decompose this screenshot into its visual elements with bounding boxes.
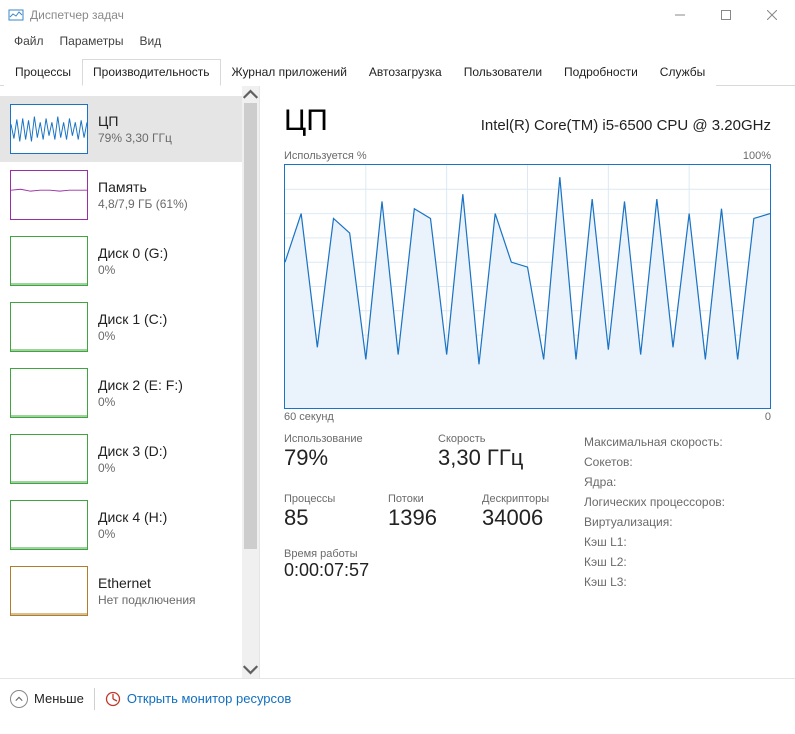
- right-max-speed: Максимальная скорость:: [584, 435, 771, 449]
- menu-options[interactable]: Параметры: [52, 32, 132, 50]
- cpu-thumb-icon: [10, 104, 88, 154]
- sidebar-item-mem-1[interactable]: Память 4,8/7,9 ГБ (61%): [0, 162, 242, 228]
- tabs: Процессы Производительность Журнал прило…: [0, 56, 795, 86]
- window-controls: [657, 0, 795, 30]
- scroll-thumb[interactable]: [244, 103, 257, 549]
- sidebar-item-title: Диск 2 (E: F:): [98, 377, 183, 393]
- detail-pane: ЦП Intel(R) Core(TM) i5-6500 CPU @ 3.20G…: [260, 86, 795, 678]
- menu-view[interactable]: Вид: [131, 32, 169, 50]
- maximize-button[interactable]: [703, 0, 749, 30]
- footer: Меньше Открыть монитор ресурсов: [0, 678, 795, 718]
- sidebar-item-title: Диск 1 (C:): [98, 311, 167, 327]
- scroll-down-icon[interactable]: [242, 661, 259, 678]
- tab-startup[interactable]: Автозагрузка: [358, 59, 453, 86]
- titlebar: Диспетчер задач: [0, 0, 795, 30]
- stat-handles: Дескрипторы 34006: [482, 493, 572, 539]
- chart-y-max: 100%: [743, 150, 771, 162]
- stats-left: Использование 79% Скорость 3,30 ГГц Проц…: [284, 433, 584, 595]
- cpu-model: Intel(R) Core(TM) i5-6500 CPU @ 3.20GHz: [481, 117, 771, 134]
- sidebar-item-title: Память: [98, 179, 188, 195]
- close-button[interactable]: [749, 0, 795, 30]
- main-area: ЦП 79% 3,30 ГГц Память 4,8/7,9 ГБ (61%) Диск…: [0, 86, 795, 678]
- mem-thumb-icon: [10, 170, 88, 220]
- stat-processes: Процессы 85: [284, 493, 364, 539]
- open-resource-monitor-link[interactable]: Открыть монитор ресурсов: [105, 691, 291, 707]
- sidebar-scrollbar[interactable]: [242, 86, 259, 678]
- sidebar-item-disk-3[interactable]: Диск 1 (C:) 0%: [0, 294, 242, 360]
- scroll-track[interactable]: [242, 103, 259, 661]
- sidebar-item-disk-5[interactable]: Диск 3 (D:) 0%: [0, 426, 242, 492]
- tab-details[interactable]: Подробности: [553, 59, 649, 86]
- sidebar-item-title: Диск 0 (G:): [98, 245, 168, 261]
- sidebar-item-sub: 0%: [98, 395, 183, 409]
- tab-apphistory[interactable]: Журнал приложений: [221, 59, 358, 86]
- sidebar: ЦП 79% 3,30 ГГц Память 4,8/7,9 ГБ (61%) Диск…: [0, 86, 260, 678]
- detail-title: ЦП: [284, 104, 328, 138]
- sidebar-item-sub: 79% 3,30 ГГц: [98, 131, 172, 145]
- right-l3: Кэш L3:: [584, 575, 771, 589]
- sidebar-item-sub: 4,8/7,9 ГБ (61%): [98, 197, 188, 211]
- chart-bottom-labels: 60 секунд 0: [284, 411, 771, 423]
- tab-processes[interactable]: Процессы: [4, 59, 82, 86]
- right-sockets: Сокетов:: [584, 455, 771, 469]
- detail-header: ЦП Intel(R) Core(TM) i5-6500 CPU @ 3.20G…: [284, 104, 771, 138]
- chevron-up-icon: [10, 690, 28, 708]
- menubar: Файл Параметры Вид: [0, 30, 795, 52]
- tab-users[interactable]: Пользователи: [453, 59, 553, 86]
- resource-monitor-icon: [105, 691, 121, 707]
- disk-thumb-icon: [10, 434, 88, 484]
- disk-thumb-icon: [10, 368, 88, 418]
- footer-divider: [94, 688, 95, 710]
- tab-services[interactable]: Службы: [649, 59, 716, 86]
- fewer-details-button[interactable]: Меньше: [10, 690, 84, 708]
- right-l2: Кэш L2:: [584, 555, 771, 569]
- stat-threads: Потоки 1396: [388, 493, 458, 539]
- cpu-chart[interactable]: [284, 164, 771, 409]
- minimize-button[interactable]: [657, 0, 703, 30]
- sidebar-item-cpu-0[interactable]: ЦП 79% 3,30 ГГц: [0, 96, 242, 162]
- chart-top-labels: Используется % 100%: [284, 150, 771, 162]
- chart-x-right: 0: [765, 411, 771, 423]
- sidebar-item-disk-2[interactable]: Диск 0 (G:) 0%: [0, 228, 242, 294]
- window-title: Диспетчер задач: [30, 8, 657, 22]
- sidebar-item-sub: 0%: [98, 527, 167, 541]
- sidebar-item-title: ЦП: [98, 113, 172, 129]
- tab-performance[interactable]: Производительность: [82, 59, 220, 86]
- scroll-up-icon[interactable]: [242, 86, 259, 103]
- task-manager-icon: [8, 7, 24, 23]
- sidebar-item-title: Диск 4 (H:): [98, 509, 167, 525]
- sidebar-item-title: Диск 3 (D:): [98, 443, 167, 459]
- menu-file[interactable]: Файл: [6, 32, 52, 50]
- chart-y-label: Используется %: [284, 150, 367, 162]
- stat-utilization: Использование 79%: [284, 433, 414, 479]
- chart-x-left: 60 секунд: [284, 411, 334, 423]
- net-thumb-icon: [10, 566, 88, 616]
- right-cores: Ядра:: [584, 475, 771, 489]
- sidebar-item-disk-6[interactable]: Диск 4 (H:) 0%: [0, 492, 242, 558]
- disk-thumb-icon: [10, 236, 88, 286]
- right-logical: Логических процессоров:: [584, 495, 771, 509]
- stat-uptime: Время работы 0:00:07:57: [284, 548, 584, 589]
- right-l1: Кэш L1:: [584, 535, 771, 549]
- sidebar-item-sub: Нет подключения: [98, 593, 196, 607]
- sidebar-item-disk-4[interactable]: Диск 2 (E: F:) 0%: [0, 360, 242, 426]
- stats-right: Максимальная скорость: Сокетов: Ядра: Ло…: [584, 433, 771, 595]
- sidebar-item-title: Ethernet: [98, 575, 196, 591]
- stat-speed: Скорость 3,30 ГГц: [438, 433, 538, 479]
- sidebar-item-sub: 0%: [98, 263, 168, 277]
- sidebar-item-net-7[interactable]: Ethernet Нет подключения: [0, 558, 242, 624]
- stats: Использование 79% Скорость 3,30 ГГц Проц…: [284, 433, 771, 595]
- sidebar-item-sub: 0%: [98, 329, 167, 343]
- disk-thumb-icon: [10, 500, 88, 550]
- right-virt: Виртуализация:: [584, 515, 771, 529]
- disk-thumb-icon: [10, 302, 88, 352]
- sidebar-item-sub: 0%: [98, 461, 167, 475]
